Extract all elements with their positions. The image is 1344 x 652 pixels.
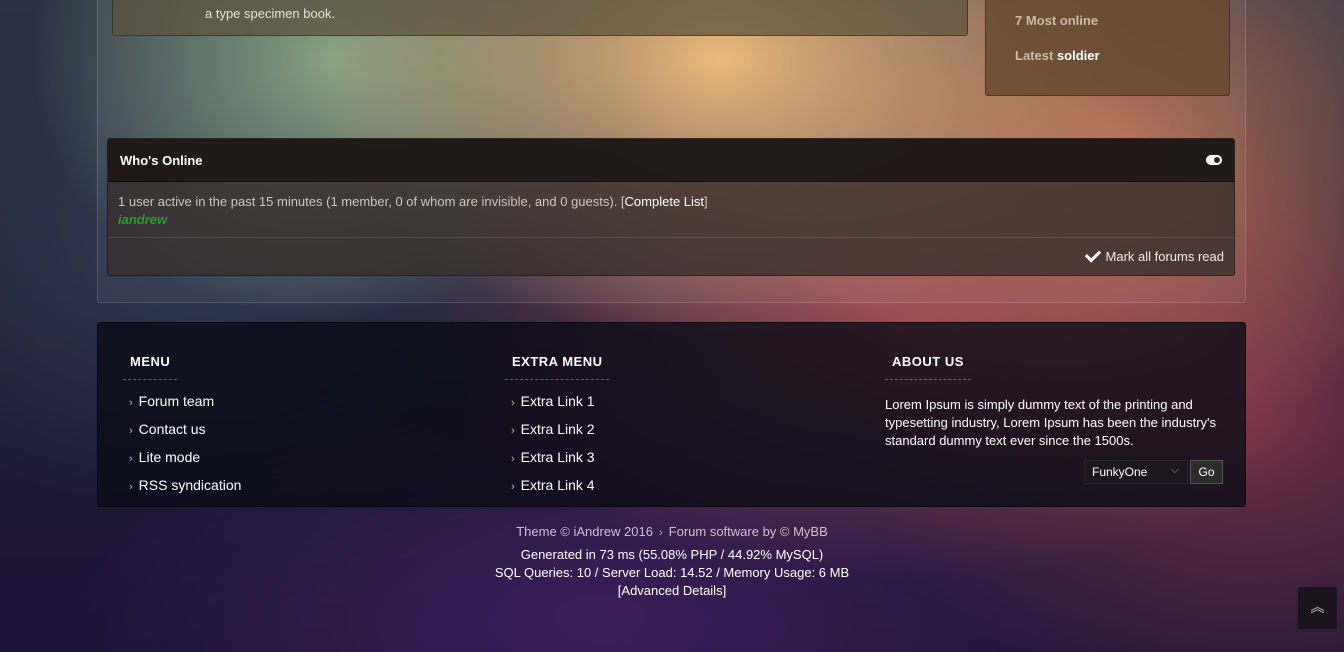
toggle-icon[interactable] bbox=[1206, 155, 1222, 165]
post-snippet: a type specimen book. bbox=[205, 6, 336, 21]
chevron-right-icon: › bbox=[511, 397, 515, 409]
whos-online-footer: Mark all forums read bbox=[108, 238, 1234, 275]
footer-about-title: ABOUT US bbox=[885, 354, 971, 380]
mark-all-read-button[interactable]: Mark all forums read bbox=[1084, 246, 1224, 264]
generated-stats: Generated in 73 ms (55.08% PHP / 44.92% … bbox=[520, 547, 824, 562]
copyright-section: Theme © iAndrew 2016 › Forum software by ©… bbox=[0, 523, 1344, 600]
chevron-right-icon: › bbox=[129, 453, 133, 465]
footer-extra-link-2[interactable]: › Extra Link 2 bbox=[505, 416, 609, 444]
footer-extra-link-4[interactable]: › Extra Link 4 bbox=[505, 472, 609, 500]
chevron-right-icon: › bbox=[511, 425, 515, 437]
latest-label: Latest bbox=[1015, 48, 1054, 63]
online-summary-text: 1 user active in the past 15 minutes (1 … bbox=[118, 194, 625, 209]
check-icon bbox=[1084, 246, 1101, 263]
footer-menu-list: › Forum team › Contact us › Lite mode › RSS … bbox=[123, 388, 241, 500]
footer-extra-menu-list: › Extra Link 1 › Extra Link 2 › Extra Link … bbox=[505, 388, 609, 500]
footer-link-forum-team[interactable]: › Forum team bbox=[123, 388, 241, 416]
theme-go-button[interactable]: Go bbox=[1190, 460, 1223, 484]
latest-member-link[interactable]: soldier bbox=[1057, 48, 1100, 63]
online-summary-close: ] bbox=[704, 194, 708, 209]
whos-online-title: Who's Online bbox=[120, 153, 203, 168]
footer-about-column: ABOUT US Lorem Ipsum is simply dummy tex… bbox=[885, 353, 1225, 450]
double-chevron-up-icon: ︽ bbox=[1310, 599, 1325, 615]
footer-extra-menu-column: EXTRA MENU › Extra Link 1 › Extra Link 2 ›… bbox=[505, 353, 610, 500]
whos-online-body: 1 user active in the past 15 minutes (1 … bbox=[108, 182, 1234, 238]
chevron-right-icon: › bbox=[129, 397, 133, 409]
footer-extra-menu-title: EXTRA MENU bbox=[505, 354, 610, 380]
chevron-down-icon: ⌵ bbox=[1170, 464, 1179, 476]
footer-menu-column: MENU › Forum team › Contact us › Lite mode … bbox=[123, 353, 241, 500]
complete-list-link[interactable]: Complete List bbox=[625, 194, 704, 209]
footer-menu-title: MENU bbox=[123, 354, 178, 380]
mybb-credit-link[interactable]: Forum software by © MyBB bbox=[669, 524, 828, 539]
footer-link-lite-mode[interactable]: › Lite mode bbox=[123, 444, 241, 472]
footer-link-contact-us[interactable]: › Contact us bbox=[123, 416, 241, 444]
credits-row: Theme © iAndrew 2016 › Forum software by ©… bbox=[0, 523, 1344, 542]
online-summary: 1 user active in the past 15 minutes (1 … bbox=[118, 193, 1224, 211]
advanced-details-link[interactable]: Advanced Details bbox=[621, 583, 722, 598]
query-stats: SQL Queries: 10 / Server Load: 14.52 / M… bbox=[494, 565, 850, 580]
online-member-link[interactable]: iandrew bbox=[118, 211, 1224, 229]
theme-select[interactable]: FunkyOne ⌵ bbox=[1084, 460, 1188, 484]
chevron-right-icon: › bbox=[511, 481, 515, 493]
chevron-right-icon: › bbox=[129, 425, 133, 437]
advanced-details: [Advanced Details] bbox=[617, 583, 727, 598]
mark-all-read-label: Mark all forums read bbox=[1105, 249, 1224, 264]
stats-box: 7 Most online Latest soldier bbox=[985, 0, 1230, 96]
latest-member-stat: Latest soldier bbox=[1015, 48, 1100, 63]
footer-about-text: Lorem Ipsum is simply dummy text of the … bbox=[885, 397, 1217, 448]
whos-online-header: Who's Online bbox=[108, 139, 1234, 182]
footer-panel: MENU › Forum team › Contact us › Lite mode … bbox=[97, 322, 1246, 507]
footer-link-rss[interactable]: › RSS syndication bbox=[123, 472, 241, 500]
post-box-partial: a type specimen book. bbox=[112, 0, 968, 36]
most-online-stat: 7 Most online bbox=[1015, 13, 1099, 28]
chevron-right-icon: › bbox=[658, 527, 663, 539]
chevron-right-icon: › bbox=[129, 481, 133, 493]
chevron-right-icon: › bbox=[511, 453, 515, 465]
theme-credit-link[interactable]: Theme © iAndrew 2016 bbox=[516, 524, 653, 539]
footer-extra-link-3[interactable]: › Extra Link 3 bbox=[505, 444, 609, 472]
theme-select-value: FunkyOne bbox=[1092, 465, 1148, 479]
back-to-top-button[interactable]: ︽ bbox=[1298, 587, 1337, 629]
whos-online-panel: Who's Online 1 user active in the past 1… bbox=[107, 138, 1235, 276]
footer-extra-link-1[interactable]: › Extra Link 1 bbox=[505, 388, 609, 416]
